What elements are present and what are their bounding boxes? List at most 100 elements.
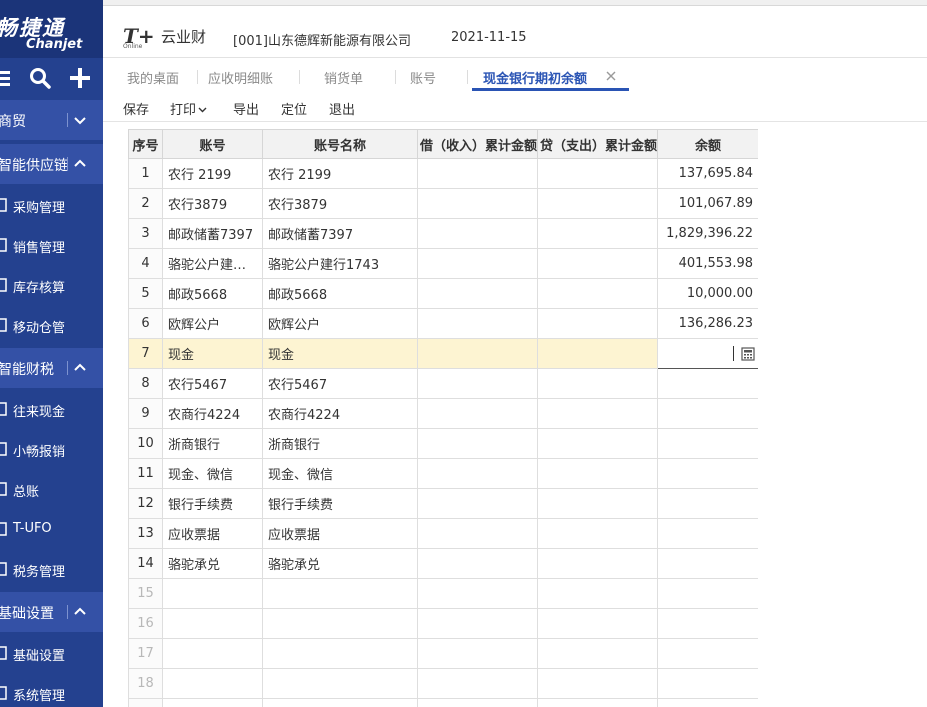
account-cell[interactable]: 应收票据: [162, 518, 263, 549]
account-cell[interactable]: 现金、微信: [162, 458, 263, 489]
add-icon[interactable]: [66, 64, 94, 92]
calculator-icon[interactable]: [741, 347, 755, 361]
debit-cell[interactable]: [417, 608, 538, 639]
account-cell[interactable]: 农行 2199: [162, 158, 263, 189]
nav-group-trade[interactable]: 商贸: [0, 100, 103, 140]
account-name-cell[interactable]: [262, 668, 418, 699]
table-row-empty[interactable]: 18: [128, 668, 758, 699]
nav-group-basic-settings[interactable]: 基础设置: [0, 592, 103, 632]
close-icon[interactable]: [605, 70, 617, 82]
debit-cell[interactable]: [417, 308, 538, 339]
credit-cell[interactable]: [537, 308, 658, 339]
table-row-empty[interactable]: 15: [128, 578, 758, 609]
credit-cell[interactable]: [537, 698, 658, 707]
account-name-cell[interactable]: 浙商银行: [262, 428, 418, 459]
credit-cell[interactable]: [537, 638, 658, 669]
credit-cell[interactable]: [537, 428, 658, 459]
account-cell[interactable]: 农商行4224: [162, 398, 263, 429]
account-name-cell[interactable]: 骆驼承兑: [262, 548, 418, 579]
account-name-cell[interactable]: 现金、微信: [262, 458, 418, 489]
table-row[interactable]: 8 农行5467 农行5467: [128, 368, 758, 399]
debit-cell[interactable]: [417, 698, 538, 707]
debit-cell[interactable]: [417, 338, 538, 369]
table-row[interactable]: 11 现金、微信 现金、微信: [128, 458, 758, 489]
balance-cell[interactable]: [657, 608, 758, 639]
balance-cell[interactable]: 1,829,396.22: [657, 218, 758, 249]
credit-cell[interactable]: [537, 218, 658, 249]
tab-sales-order[interactable]: 销货单: [324, 68, 363, 90]
account-name-cell[interactable]: [262, 578, 418, 609]
account-name-cell[interactable]: 骆驼公户建行1743: [262, 248, 418, 279]
balance-cell[interactable]: [657, 548, 758, 579]
search-icon[interactable]: [26, 64, 54, 92]
account-cell[interactable]: [162, 668, 263, 699]
table-row[interactable]: 13 应收票据 应收票据: [128, 518, 758, 549]
debit-cell[interactable]: [417, 578, 538, 609]
credit-cell[interactable]: [537, 458, 658, 489]
account-cell[interactable]: [162, 578, 263, 609]
company-name[interactable]: [001]山东德辉新能源有限公司: [233, 30, 411, 49]
debit-cell[interactable]: [417, 188, 538, 219]
account-cell[interactable]: 农行5467: [162, 368, 263, 399]
balance-cell[interactable]: [657, 698, 758, 707]
account-cell[interactable]: 邮政5668: [162, 278, 263, 309]
account-name-cell[interactable]: [262, 638, 418, 669]
export-button[interactable]: 导出: [233, 99, 259, 118]
debit-cell[interactable]: [417, 398, 538, 429]
balance-cell[interactable]: 101,067.89: [657, 188, 758, 219]
account-name-cell[interactable]: 农商行4224: [262, 398, 418, 429]
balance-cell[interactable]: [657, 428, 758, 459]
credit-cell[interactable]: [537, 278, 658, 309]
tab-desktop[interactable]: 我的桌面: [127, 68, 179, 90]
nav-group-finance-tax[interactable]: 智能财税: [0, 348, 103, 388]
balance-cell[interactable]: [657, 518, 758, 549]
balance-cell[interactable]: [657, 488, 758, 519]
account-name-cell[interactable]: 邮政储蓄7397: [262, 218, 418, 249]
credit-cell[interactable]: [537, 248, 658, 279]
account-cell[interactable]: [162, 698, 263, 707]
account-cell[interactable]: 欧辉公户: [162, 308, 263, 339]
sidebar-item-reimburse[interactable]: 小畅报销: [0, 429, 103, 469]
balance-cell[interactable]: [657, 668, 758, 699]
table-row-empty[interactable]: 17: [128, 638, 758, 669]
balance-cell[interactable]: [657, 368, 758, 399]
credit-cell[interactable]: [537, 548, 658, 579]
table-row[interactable]: 9 农商行4224 农商行4224: [128, 398, 758, 429]
chevron-up-icon[interactable]: [72, 360, 88, 376]
account-cell[interactable]: 骆驼公户建行1743: [162, 248, 263, 279]
debit-cell[interactable]: [417, 458, 538, 489]
credit-cell[interactable]: [537, 668, 658, 699]
chevron-up-icon[interactable]: [72, 156, 88, 172]
account-cell[interactable]: [162, 608, 263, 639]
balance-cell[interactable]: [657, 638, 758, 669]
menu-icon[interactable]: [0, 64, 14, 92]
table-row[interactable]: 5 邮政5668 邮政5668 10,000.00: [128, 278, 758, 309]
column-header-debit-total[interactable]: 借（收入）累计金额: [417, 129, 538, 159]
chevron-down-icon[interactable]: [72, 112, 88, 128]
locate-button[interactable]: 定位: [281, 99, 307, 118]
column-header-balance[interactable]: 余额: [657, 129, 758, 159]
account-name-cell[interactable]: 欧辉公户: [262, 308, 418, 339]
account-name-cell[interactable]: [262, 698, 418, 707]
debit-cell[interactable]: [417, 518, 538, 549]
sidebar-item-inventory[interactable]: 库存核算: [0, 265, 103, 305]
debit-cell[interactable]: [417, 368, 538, 399]
save-button[interactable]: 保存: [123, 99, 149, 118]
credit-cell[interactable]: [537, 488, 658, 519]
credit-cell[interactable]: [537, 608, 658, 639]
account-name-cell[interactable]: 农行5467: [262, 368, 418, 399]
account-name-cell[interactable]: 农行 2199: [262, 158, 418, 189]
account-name-cell[interactable]: 现金: [262, 338, 418, 369]
account-name-cell[interactable]: 银行手续费: [262, 488, 418, 519]
credit-cell[interactable]: [537, 338, 658, 369]
account-cell[interactable]: 浙商银行: [162, 428, 263, 459]
debit-cell[interactable]: [417, 158, 538, 189]
column-header-account[interactable]: 账号: [162, 129, 263, 159]
nav-group-supply-chain[interactable]: 智能供应链: [0, 144, 103, 184]
debit-cell[interactable]: [417, 248, 538, 279]
balance-cell[interactable]: 10,000.00: [657, 278, 758, 309]
debit-cell[interactable]: [417, 548, 538, 579]
debit-cell[interactable]: [417, 428, 538, 459]
table-row-empty[interactable]: 16: [128, 608, 758, 639]
sidebar-item-cash[interactable]: 往来现金: [0, 389, 103, 429]
